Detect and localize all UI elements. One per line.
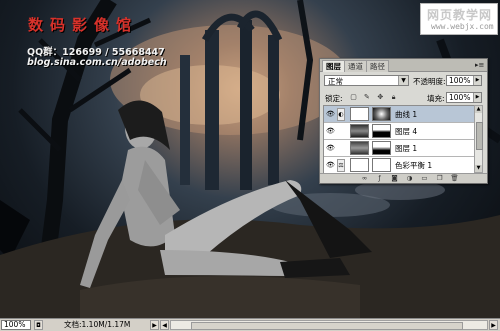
layer-row-4[interactable]: 👁︎ 图层 4 xyxy=(324,123,474,140)
mask-thumbnail xyxy=(372,124,391,138)
layer-name: 图层 4 xyxy=(395,127,418,136)
panel-footer: ∞ ƒ ◙ ◑ ▭ ❐ 🗑︎ xyxy=(320,173,487,183)
mask-thumbnail xyxy=(372,107,391,121)
layer-thumbnail xyxy=(350,141,369,155)
layer-list: 👁︎ ◐ 曲线 1 👁︎ 图层 4 👁︎ 图层 1 👁︎ ⚖ 色彩平衡 1 xyxy=(323,105,475,175)
chevron-right-icon: ▶ xyxy=(473,93,481,102)
site-badge-name: 网页教学网 xyxy=(427,8,493,22)
site-badge: 网页教学网 www.webjx.com xyxy=(420,3,498,35)
site-badge-url: www.webjx.com xyxy=(431,22,494,31)
add-mask-icon[interactable]: ◙ xyxy=(390,174,399,183)
fill-label: 填充: xyxy=(427,94,445,103)
zoom-value: 100% xyxy=(4,320,26,329)
layer-thumbnail xyxy=(350,107,369,121)
status-menu-icon[interactable]: ▶ xyxy=(150,320,159,330)
layer-list-scrollbar[interactable]: ▲ ▼ xyxy=(474,105,483,173)
scroll-thumb[interactable] xyxy=(191,322,463,330)
new-group-icon[interactable]: ▭ xyxy=(420,174,429,183)
adjustment-icon: ◐ xyxy=(337,108,345,121)
blend-mode-select[interactable]: 正常 ▼ xyxy=(324,75,409,86)
opacity-value: 100% xyxy=(449,76,471,85)
scroll-thumb[interactable] xyxy=(476,122,483,150)
lock-transparency-icon[interactable]: ▢ xyxy=(349,93,358,101)
layer-row-curves[interactable]: 👁︎ ◐ 曲线 1 xyxy=(324,106,474,123)
blend-mode-value: 正常 xyxy=(328,77,343,86)
eye-icon[interactable]: 👁︎ xyxy=(326,110,335,118)
mask-thumbnail xyxy=(372,141,391,155)
opacity-label: 不透明度: xyxy=(413,77,446,86)
chevron-right-icon: ▶ xyxy=(473,76,481,85)
status-bar: 100% ◘ 文档:1.10M/1.17M ▶ ◀ ▶ xyxy=(0,318,500,331)
layers-panel: 图层 通道 路径 ▸≡ 正常 ▼ 不透明度: 100% ▶ 锁定: ▢ ✎ ✥ … xyxy=(319,58,488,184)
lock-move-icon[interactable]: ✥ xyxy=(376,93,385,101)
lock-label: 锁定: xyxy=(325,94,343,103)
layer-thumbnail xyxy=(350,158,369,172)
zoom-field[interactable]: 100% xyxy=(1,320,31,330)
chevron-down-icon: ▼ xyxy=(398,76,408,85)
lock-all-icon[interactable]: 🔒︎ xyxy=(389,93,398,101)
layer-style-icon[interactable]: ƒ xyxy=(375,174,384,183)
eye-icon[interactable]: 👁︎ xyxy=(326,127,335,135)
layer-name: 图层 1 xyxy=(395,144,418,153)
adjustment-icon: ⚖ xyxy=(337,159,345,172)
horizontal-scrollbar[interactable] xyxy=(170,320,488,330)
doc-info: 文档:1.10M/1.17M xyxy=(64,320,131,329)
new-layer-icon[interactable]: ❐ xyxy=(435,174,444,183)
eye-icon[interactable]: 👁︎ xyxy=(326,161,335,169)
lock-icons: ▢ ✎ ✥ 🔒︎ xyxy=(349,92,400,102)
watermark-title: 数码影像馆 xyxy=(28,16,139,34)
scroll-up-icon[interactable]: ▲ xyxy=(475,106,482,113)
panel-tabs: 图层 通道 路径 ▸≡ xyxy=(320,59,487,72)
layer-name: 曲线 1 xyxy=(395,110,418,119)
panel-menu-icon[interactable]: ▸≡ xyxy=(475,61,484,69)
layer-thumbnail xyxy=(350,124,369,138)
tab-paths[interactable]: 路径 xyxy=(366,60,389,72)
status-info-icon[interactable]: ◘ xyxy=(34,320,43,330)
mask-thumbnail xyxy=(372,158,391,172)
opacity-field[interactable]: 100% ▶ xyxy=(446,75,482,86)
link-layers-icon[interactable]: ∞ xyxy=(360,174,369,183)
scroll-right-icon[interactable]: ▶ xyxy=(489,320,498,330)
lock-brush-icon[interactable]: ✎ xyxy=(362,93,371,101)
watermark-qq: QQ群：126699 / 55668447 xyxy=(27,47,165,58)
tab-layers[interactable]: 图层 xyxy=(322,60,345,72)
fill-value: 100% xyxy=(449,93,471,102)
layer-name: 色彩平衡 1 xyxy=(395,161,433,170)
new-adjustment-icon[interactable]: ◑ xyxy=(405,174,414,183)
tab-channels[interactable]: 通道 xyxy=(344,60,367,72)
scroll-down-icon[interactable]: ▼ xyxy=(475,165,482,172)
layer-row-color-balance[interactable]: 👁︎ ⚖ 色彩平衡 1 xyxy=(324,157,474,174)
eye-icon[interactable]: 👁︎ xyxy=(326,144,335,152)
fill-field[interactable]: 100% ▶ xyxy=(446,92,482,103)
watermark-blog: blog.sina.com.cn/adobech xyxy=(27,57,167,68)
delete-layer-icon[interactable]: 🗑︎ xyxy=(450,174,459,183)
scroll-left-icon[interactable]: ◀ xyxy=(160,320,169,330)
layer-row-1[interactable]: 👁︎ 图层 1 xyxy=(324,140,474,157)
